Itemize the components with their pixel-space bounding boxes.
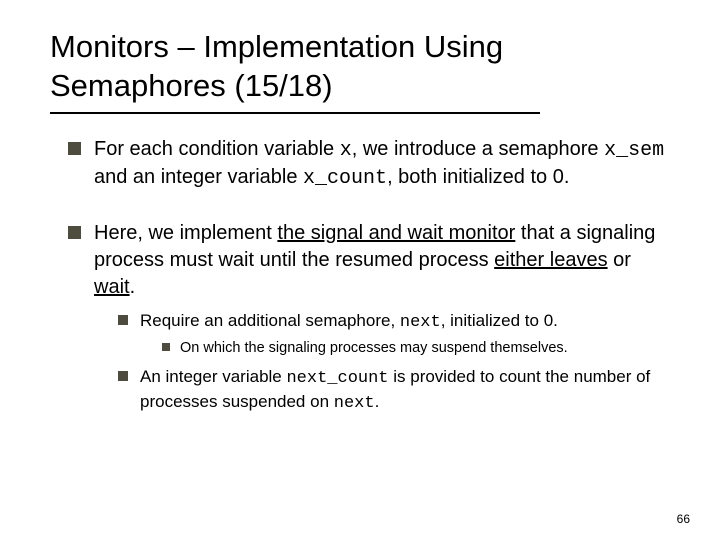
text: Require an additional semaphore, [140,311,400,330]
text: . [375,392,380,411]
code: x [340,139,352,162]
text: For each condition variable [94,138,340,160]
underlined-text: either leaves [494,249,607,271]
text: and an integer variable [94,166,303,188]
text: Here, we implement [94,222,277,244]
code: next [334,394,375,413]
sub-bullet-list: Require an additional semaphore, next, i… [94,309,670,417]
text: , initialized to 0. [441,311,558,330]
sub-sub-bullet-list: On which the signaling processes may sus… [140,338,670,358]
text: . [130,276,136,298]
underlined-text: the signal and wait monitor [277,222,515,244]
code: next [400,313,441,332]
code: x_sem [604,139,664,162]
sub-bullet-item: Require an additional semaphore, next, i… [118,309,670,359]
title-underline [50,112,540,114]
code: next_count [286,369,388,388]
slide-title: Monitors – Implementation Using Semaphor… [50,28,670,106]
code: x_count [303,167,387,190]
text: , both initialized to 0. [387,166,569,188]
page-number: 66 [677,512,690,526]
text: or [608,249,631,271]
underlined-text: wait [94,276,130,298]
sub-sub-bullet-item: On which the signaling processes may sus… [162,338,670,358]
sub-bullet-item: An integer variable next_count is provid… [118,365,670,417]
bullet-item-1: For each condition variable x, we introd… [68,136,670,192]
bullet-list: For each condition variable x, we introd… [50,136,670,417]
bullet-item-2: Here, we implement the signal and wait m… [68,220,670,417]
text: On which the signaling processes may sus… [180,340,568,356]
text: , we introduce a semaphore [352,138,604,160]
text: An integer variable [140,367,286,386]
